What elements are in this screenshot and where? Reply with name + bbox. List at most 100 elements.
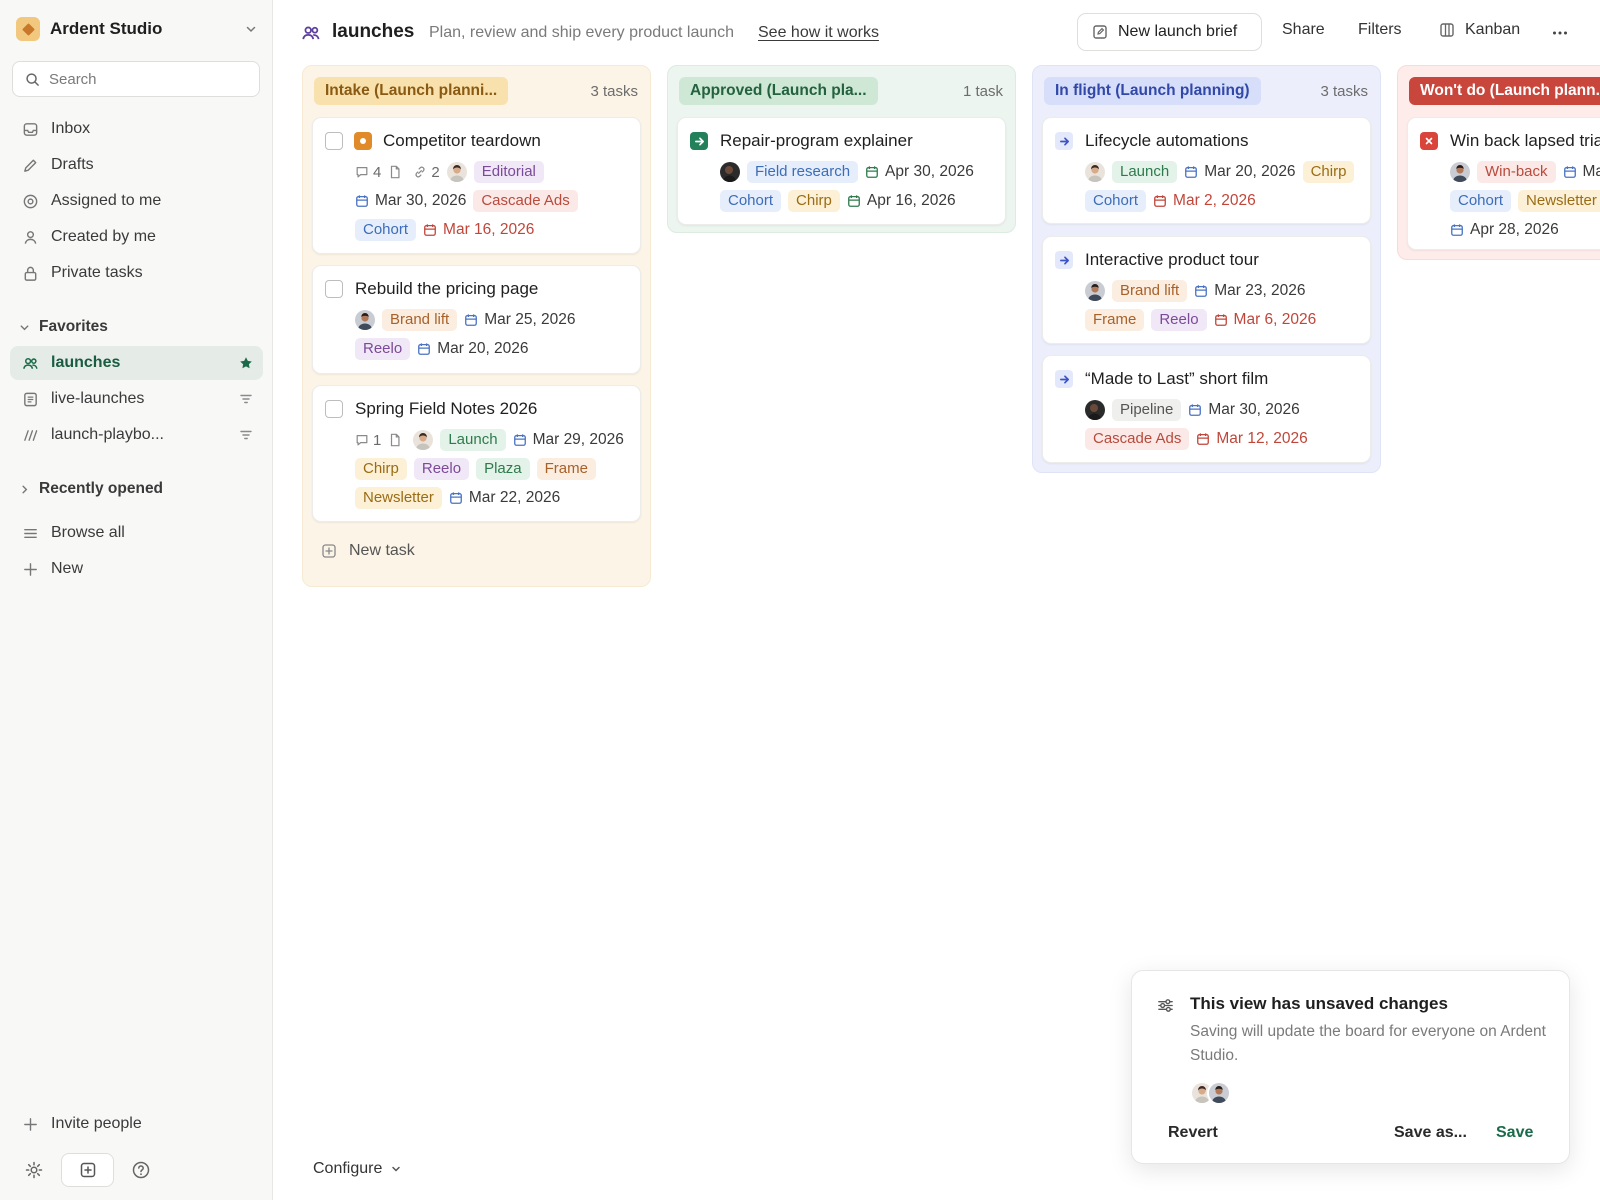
due-date: Apr 30, 2026 — [865, 163, 974, 181]
tag: Cohort — [720, 190, 782, 212]
share-button[interactable]: Share — [1282, 21, 1325, 39]
tag: Reelo — [1151, 309, 1207, 331]
task-card[interactable]: Competitor teardown 4 2 Editorial Mar 30… — [312, 117, 641, 254]
page-description: Plan, review and ship every product laun… — [429, 24, 735, 41]
task-checkbox[interactable] — [325, 132, 343, 150]
search-input[interactable] — [49, 70, 249, 88]
column-title[interactable]: Won't do (Launch plann... — [1409, 77, 1600, 105]
new-launch-brief-label: New launch brief — [1118, 23, 1238, 40]
link-count-value: 2 — [431, 163, 440, 181]
column-title[interactable]: Intake (Launch planni... — [314, 77, 509, 105]
task-card[interactable]: Win back lapsed tria Win-back Ma Cohort … — [1407, 117, 1600, 250]
column-count: 1 task — [962, 82, 1003, 100]
avatar — [720, 162, 740, 182]
sidebar-item-drafts[interactable]: Drafts — [10, 148, 263, 182]
date-value: Ma — [1582, 163, 1600, 180]
date-value: Mar 20, 2026 — [1204, 163, 1296, 180]
date-value: Mar 23, 2026 — [1214, 282, 1306, 299]
task-checkbox[interactable] — [325, 400, 343, 418]
column-header: Won't do (Launch plann... — [1398, 66, 1600, 116]
comment-count: 4 — [355, 164, 381, 181]
configure-dropdown[interactable]: Configure — [313, 1160, 402, 1178]
tag: Frame — [536, 458, 596, 480]
tag: Field research — [747, 161, 859, 183]
new-task-button[interactable]: New task — [321, 542, 415, 560]
recently-opened-toggle[interactable]: Recently opened — [18, 480, 163, 498]
tag: Plaza — [476, 458, 530, 480]
start-date: Mar 12, 2026 — [1196, 430, 1308, 448]
task-title: Competitor teardown — [383, 131, 541, 150]
favorites-label: Favorites — [39, 318, 108, 335]
sidebar-item-browse-all[interactable]: Browse all — [10, 516, 263, 550]
date-value: Mar 12, 2026 — [1216, 430, 1308, 447]
link-count: 2 — [413, 163, 440, 181]
calendar-icon — [464, 313, 478, 327]
save-as-button[interactable]: Save as... — [1394, 1124, 1467, 1142]
star-icon[interactable] — [239, 356, 253, 370]
calendar-icon — [1563, 165, 1577, 179]
filter-icon — [240, 394, 252, 404]
view-switcher-button[interactable]: Kanban — [1439, 21, 1520, 39]
task-checkbox[interactable] — [325, 280, 343, 298]
viewer-avatars — [1190, 1081, 1231, 1105]
workspace-logo-icon — [16, 17, 40, 41]
calendar-icon — [423, 223, 437, 237]
sidebar-item-launch-playbook[interactable]: launch-playbo... — [10, 418, 263, 452]
column-header: Approved (Launch pla... 1 task — [668, 66, 1015, 116]
sidebar-item-live-launches[interactable]: live-launches — [10, 382, 263, 416]
approved-status-icon — [690, 132, 708, 150]
filters-label: Filters — [1358, 21, 1402, 38]
column-title[interactable]: Approved (Launch pla... — [679, 77, 878, 105]
date-value: Mar 16, 2026 — [443, 221, 535, 238]
recently-opened-label: Recently opened — [39, 480, 164, 497]
start-date: Apr 16, 2026 — [847, 192, 956, 210]
tag: Cohort — [1085, 190, 1147, 212]
sidebar-item-inbox[interactable]: Inbox — [10, 112, 263, 146]
user-icon — [24, 230, 37, 244]
task-card[interactable]: Interactive product tour Brand lift Mar … — [1042, 236, 1371, 344]
sidebar-item-label: Private tasks — [51, 264, 143, 281]
sidebar-item-assigned[interactable]: Assigned to me — [10, 184, 263, 218]
new-launch-brief-button[interactable]: New launch brief — [1077, 13, 1262, 51]
see-how-it-works-link[interactable]: See how it works — [758, 24, 879, 42]
task-card[interactable]: Repair-program explainer Field research … — [677, 117, 1006, 225]
more-options-icon[interactable] — [1550, 23, 1570, 43]
unsaved-changes-toast: This view has unsaved changes Saving wil… — [1131, 970, 1570, 1164]
invite-people-button[interactable]: Invite people — [10, 1107, 263, 1141]
tag: Reelo — [355, 338, 411, 360]
sidebar-item-label: launch-playbo... — [51, 426, 164, 443]
tag: Newsletter — [1518, 190, 1600, 212]
date-value: Mar 2, 2026 — [1173, 192, 1256, 209]
help-icon[interactable] — [131, 1160, 151, 1180]
create-button[interactable] — [61, 1153, 114, 1187]
save-button[interactable]: Save — [1496, 1124, 1533, 1142]
task-card[interactable]: “Made to Last” short film Pipeline Mar 3… — [1042, 355, 1371, 463]
toast-title: This view has unsaved changes — [1190, 994, 1448, 1013]
calendar-icon — [355, 194, 369, 208]
sidebar-item-launches[interactable]: launches — [10, 346, 263, 380]
comment-count: 1 — [355, 432, 381, 449]
sidebar-item-created[interactable]: Created by me — [10, 220, 263, 254]
revert-button[interactable]: Revert — [1168, 1124, 1218, 1142]
settings-gear-icon[interactable] — [24, 1160, 44, 1180]
comment-count-value: 1 — [373, 431, 382, 449]
in-flight-status-icon — [1055, 251, 1073, 269]
avatar — [1085, 162, 1105, 182]
favorites-section-toggle[interactable]: Favorites — [18, 318, 108, 336]
sidebar-item-private[interactable]: Private tasks — [10, 256, 263, 290]
task-title: Interactive product tour — [1085, 250, 1259, 269]
calendar-icon — [1450, 223, 1464, 237]
sidebar-item-new[interactable]: New — [10, 552, 263, 586]
date-value: Mar 30, 2026 — [375, 192, 467, 209]
filters-button[interactable]: Filters — [1358, 21, 1402, 39]
task-card[interactable]: Lifecycle automations Launch Mar 20, 202… — [1042, 117, 1371, 224]
column-title[interactable]: In flight (Launch planning) — [1044, 77, 1261, 105]
date-value: Apr 28, 2026 — [1470, 221, 1559, 238]
task-card[interactable]: Rebuild the pricing page Brand lift Mar … — [312, 265, 641, 374]
workspace-switcher[interactable]: Ardent Studio — [16, 14, 258, 44]
date-value: Mar 22, 2026 — [468, 489, 561, 506]
task-title: Repair-program explainer — [720, 131, 913, 150]
task-card[interactable]: Spring Field Notes 2026 1 Launch Mar 29,… — [312, 385, 641, 522]
kanban-column-intake: Intake (Launch planni... 3 tasks Competi… — [302, 65, 651, 587]
board-clip: Won't do (Launch plann... Win back lapse… — [1397, 65, 1600, 265]
